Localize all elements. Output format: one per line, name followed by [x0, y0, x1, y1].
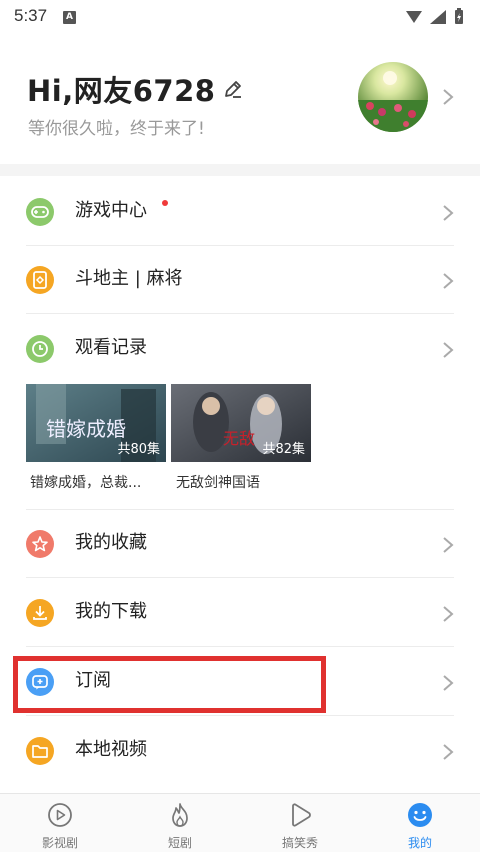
chevron-right-icon: [443, 342, 454, 358]
tab-label: 搞笑秀: [281, 836, 318, 850]
tab-label: 我的: [407, 836, 432, 850]
chevron-right-icon: [443, 675, 454, 691]
chevron-right-icon: [443, 273, 454, 289]
folder-icon: [26, 737, 54, 765]
highlight-box: [13, 656, 326, 713]
menu-item-watch-history[interactable]: 观看记录: [0, 315, 480, 383]
chevron-right-icon: [443, 744, 454, 760]
notification-icon: A: [63, 11, 76, 24]
menu-item-local-video[interactable]: 本地视频: [0, 717, 480, 785]
download-icon: [26, 599, 54, 627]
user-subtitle: 等你很久啦，终于来了!: [28, 119, 205, 139]
tab-label: 短剧: [167, 836, 192, 850]
history-divider-holder: [0, 442, 480, 510]
new-badge-dot: [162, 200, 168, 206]
tab-short-drama[interactable]: 短剧: [120, 794, 240, 852]
card-game-icon: [26, 266, 54, 294]
menu-item-downloads[interactable]: 我的下载: [0, 579, 480, 647]
section-divider: [0, 164, 480, 176]
menu-label: 我的下载: [75, 601, 147, 622]
row-divider: [26, 715, 454, 716]
flame-icon: [172, 803, 188, 827]
row-divider: [26, 313, 454, 314]
smile-play-icon: [292, 803, 311, 827]
menu-label: 斗地主 | 麻将: [75, 268, 183, 289]
star-icon: [26, 530, 54, 558]
bottom-tab-bar: 影视剧 短剧 搞笑秀 我的: [0, 793, 480, 852]
clock-icon: [26, 335, 54, 363]
row-divider: [26, 577, 454, 578]
system-status-icons: [406, 8, 463, 24]
menu-label: 我的收藏: [75, 532, 147, 553]
profile-header[interactable]: Hi,网友6728 等你很久啦，终于来了!: [0, 36, 480, 164]
user-greeting: Hi,网友6728: [27, 74, 216, 108]
tab-label: 影视剧: [41, 836, 78, 850]
menu-label: 游戏中心: [75, 200, 147, 221]
menu-label: 本地视频: [75, 739, 147, 760]
gamepad-icon: [26, 198, 54, 226]
row-divider: [26, 646, 454, 647]
status-bar: 5:37 A: [0, 0, 480, 36]
play-icon: [48, 803, 72, 827]
chevron-right-icon: [443, 537, 454, 553]
menu-item-card-games[interactable]: 斗地主 | 麻将: [0, 246, 480, 314]
menu-label: 观看记录: [75, 337, 147, 358]
menu-item-favorites[interactable]: 我的收藏: [0, 510, 480, 578]
chevron-right-icon: [443, 89, 454, 105]
menu-item-game-center[interactable]: 游戏中心: [0, 178, 480, 246]
tab-comedy[interactable]: 搞笑秀: [240, 794, 360, 852]
status-time: 5:37: [14, 6, 48, 25]
chevron-right-icon: [443, 205, 454, 221]
avatar[interactable]: [358, 62, 428, 132]
smiley-icon: [408, 803, 432, 827]
poster-title-text: 错嫁成婚: [46, 417, 126, 441]
tab-mine[interactable]: 我的: [360, 794, 480, 852]
edit-icon[interactable]: [223, 79, 243, 99]
chevron-right-icon: [443, 606, 454, 622]
greeting-row: Hi,网友6728: [27, 68, 243, 110]
tab-movies[interactable]: 影视剧: [0, 794, 120, 852]
